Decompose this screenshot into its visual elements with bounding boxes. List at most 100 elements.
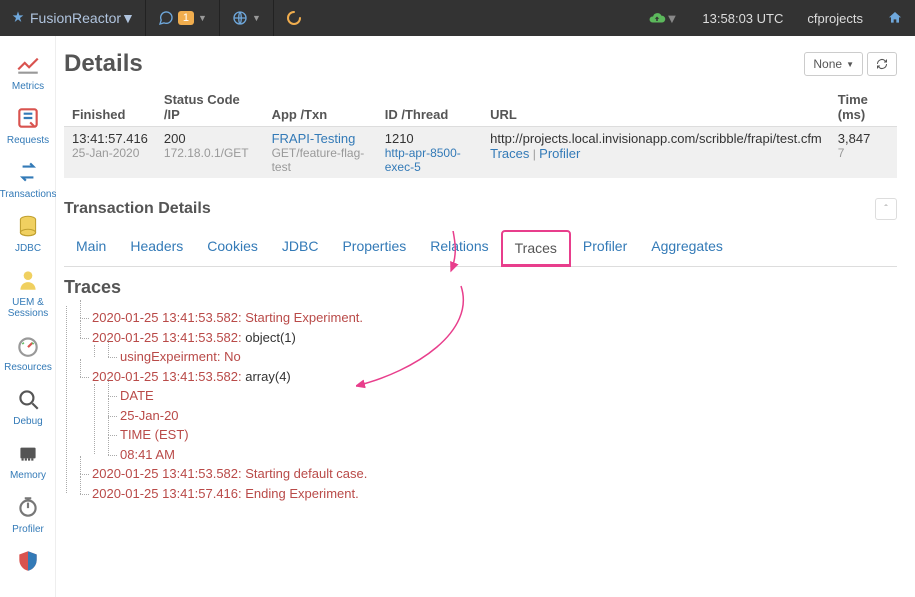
- sidebar-item-label: JDBC: [15, 243, 41, 254]
- txn-name: GET/feature-flag-test: [272, 146, 369, 174]
- caret-down-icon: ▼: [666, 11, 679, 26]
- sidebar-item-memory[interactable]: Memory: [0, 439, 56, 493]
- sidebar-item-label: Resources: [4, 362, 52, 373]
- trace-line: 2020-01-25 13:41:53.582: array(4): [78, 367, 897, 387]
- time-ms: 3,847: [838, 131, 889, 146]
- nav-globe-button[interactable]: ▼: [220, 0, 273, 36]
- sidebar-item-jdbc[interactable]: JDBC: [0, 212, 56, 266]
- ip-method: 172.18.0.1/GET: [164, 146, 256, 160]
- trace-line: 2020-01-25 13:41:57.416: Ending Experime…: [78, 484, 897, 504]
- profiler-icon: [15, 494, 41, 520]
- caret-down-icon: ▼: [121, 10, 135, 26]
- globe-icon: [232, 10, 248, 26]
- sidebar-item-protection[interactable]: [0, 547, 56, 590]
- left-sidebar: Metrics Requests Transactions JDBC UEM &…: [0, 36, 56, 597]
- time-sub: 7: [838, 146, 889, 160]
- cloud-upload-icon: [648, 9, 666, 27]
- sidebar-item-debug[interactable]: Debug: [0, 385, 56, 439]
- nav-loading-button[interactable]: [274, 0, 314, 36]
- tab-main[interactable]: Main: [64, 230, 118, 266]
- sidebar-item-label: Debug: [13, 416, 42, 427]
- finished-time: 13:41:57.416: [72, 131, 148, 146]
- sidebar-item-label: UEM & Sessions: [0, 297, 56, 319]
- brand-label: FusionReactor: [30, 10, 121, 26]
- tab-headers[interactable]: Headers: [118, 230, 195, 266]
- col-url: URL: [482, 88, 830, 127]
- profiler-link[interactable]: Profiler: [539, 146, 580, 161]
- col-finished: Finished: [64, 88, 156, 127]
- spinner-icon: [286, 10, 302, 26]
- requests-icon: [15, 105, 41, 131]
- col-app: App /Txn: [264, 88, 377, 127]
- trace-line: 2020-01-25 13:41:53.582: Starting Experi…: [78, 308, 897, 328]
- sidebar-item-label: Transactions: [0, 189, 56, 200]
- nav-cloud-button[interactable]: ▼: [636, 0, 691, 36]
- tab-profiler[interactable]: Profiler: [571, 230, 639, 266]
- trace-line: 08:41 AM: [106, 445, 897, 465]
- details-table: Finished Status Code /IP App /Txn ID /Th…: [64, 88, 897, 178]
- trace-line: 2020-01-25 13:41:53.582: object(1): [78, 328, 897, 348]
- sidebar-item-resources[interactable]: Resources: [0, 331, 56, 385]
- tx-tabs: Main Headers Cookies JDBC Properties Rel…: [64, 230, 897, 267]
- sidebar-item-metrics[interactable]: Metrics: [0, 50, 56, 104]
- top-navbar: FusionReactor ▼ 1 ▼ ▼ ▼ 13:58:03 UTC cfp…: [0, 0, 915, 36]
- jdbc-icon: [15, 213, 41, 239]
- home-icon: [887, 10, 903, 26]
- trace-line: 25-Jan-20: [106, 406, 897, 426]
- tab-properties[interactable]: Properties: [330, 230, 418, 266]
- trace-line: 2020-01-25 13:41:53.582: Starting defaul…: [78, 464, 897, 484]
- filter-dropdown[interactable]: None▼: [804, 52, 863, 76]
- nav-home-button[interactable]: [875, 0, 915, 36]
- caret-down-icon: ▼: [198, 13, 207, 23]
- sidebar-item-label: Requests: [7, 135, 49, 146]
- refresh-button[interactable]: [867, 52, 897, 76]
- metrics-icon: [15, 51, 41, 77]
- chevron-up-icon: ˆ: [884, 204, 887, 215]
- brand-logo-icon: [10, 10, 26, 26]
- tab-relations[interactable]: Relations: [418, 230, 500, 266]
- notify-badge: 1: [178, 11, 194, 25]
- tab-aggregates[interactable]: Aggregates: [639, 230, 735, 266]
- col-status: Status Code /IP: [156, 88, 264, 127]
- sidebar-item-uem[interactable]: UEM & Sessions: [0, 266, 56, 331]
- refresh-icon: [876, 58, 888, 70]
- caret-down-icon: ▼: [252, 13, 261, 23]
- sidebar-item-transactions[interactable]: Transactions: [0, 158, 56, 212]
- shield-icon: [15, 548, 41, 574]
- trace-line: TIME (EST): [106, 425, 897, 445]
- url-value: http://projects.local.invisionapp.com/sc…: [490, 131, 822, 146]
- debug-icon: [15, 386, 41, 412]
- tab-traces[interactable]: Traces: [501, 230, 571, 267]
- request-id: 1210: [385, 131, 474, 146]
- nav-chat-button[interactable]: 1 ▼: [146, 0, 219, 36]
- sidebar-item-label: Memory: [10, 470, 46, 481]
- traces-section-title: Traces: [64, 277, 897, 298]
- sidebar-item-label: Profiler: [12, 524, 44, 535]
- nav-clock: 13:58:03 UTC: [690, 0, 795, 36]
- sidebar-item-profiler[interactable]: Profiler: [0, 493, 56, 547]
- trace-line: usingExpeirment: No: [106, 347, 897, 367]
- brand-menu[interactable]: FusionReactor ▼: [0, 10, 145, 26]
- caret-down-icon: ▼: [846, 60, 854, 69]
- tx-details-title: Transaction Details: [64, 200, 211, 218]
- collapse-button[interactable]: ˆ: [875, 198, 897, 220]
- app-link[interactable]: FRAPI-Testing: [272, 131, 369, 146]
- main-content: Details None▼ Finished Status Code /IP A…: [56, 36, 915, 597]
- tab-jdbc[interactable]: JDBC: [270, 230, 331, 266]
- page-title: Details: [64, 50, 143, 78]
- status-code: 200: [164, 131, 256, 146]
- uem-icon: [15, 267, 41, 293]
- nav-user[interactable]: cfprojects: [795, 0, 875, 36]
- trace-line: DATE: [106, 386, 897, 406]
- transactions-icon: [15, 159, 41, 185]
- col-id: ID /Thread: [377, 88, 482, 127]
- memory-icon: [15, 440, 41, 466]
- chat-icon: [158, 10, 174, 26]
- sidebar-item-requests[interactable]: Requests: [0, 104, 56, 158]
- traces-link[interactable]: Traces: [490, 146, 529, 161]
- col-time: Time (ms): [830, 88, 897, 127]
- sidebar-item-label: Metrics: [12, 81, 44, 92]
- traces-tree: 2020-01-25 13:41:53.582: Starting Experi…: [64, 308, 897, 503]
- thread-link[interactable]: http-apr-8500-exec-5: [385, 146, 474, 174]
- tab-cookies[interactable]: Cookies: [195, 230, 270, 266]
